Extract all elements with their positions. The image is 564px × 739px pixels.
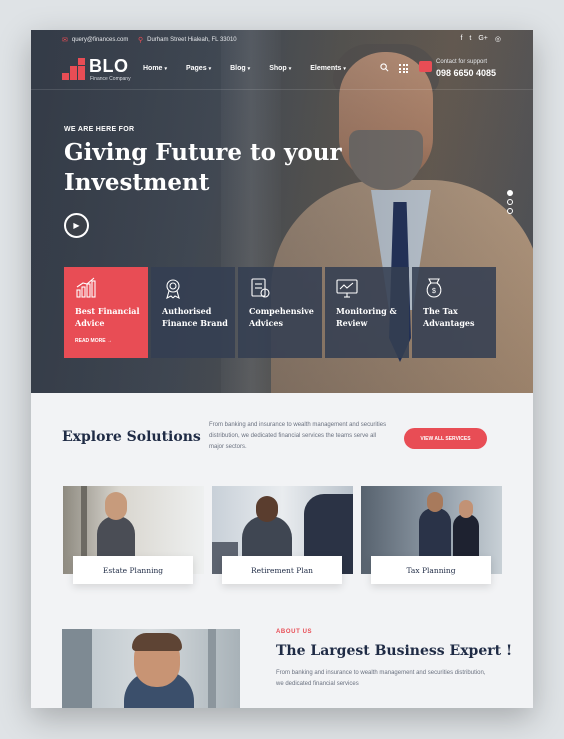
slider-dot-2[interactable] bbox=[507, 199, 513, 205]
solution-tile-tax[interactable]: Tax Planning bbox=[361, 486, 502, 591]
monitor-chart-icon bbox=[336, 277, 358, 299]
chevron-down-icon: ▾ bbox=[343, 66, 346, 72]
svg-text:$: $ bbox=[432, 288, 436, 295]
facebook-icon[interactable]: f bbox=[460, 35, 462, 43]
support-phone: 098 6650 4085 bbox=[436, 68, 497, 78]
chat-bubble-icon bbox=[419, 61, 432, 72]
mail-icon: ✉ bbox=[62, 37, 68, 44]
nav-item-label: Elements bbox=[310, 65, 342, 72]
about-title: The Largest Business Expert ! bbox=[276, 643, 513, 659]
service-card-tax-advantages[interactable]: $ The Tax Advantages bbox=[412, 267, 496, 358]
brand-tagline: Finance Company bbox=[90, 76, 131, 82]
service-card-title: The Tax Advantages bbox=[423, 306, 475, 328]
service-cards: Best Financial Advice READ MORE → Author… bbox=[64, 267, 496, 358]
solution-tiles: Estate Planning Retirement Plan Tax Plan… bbox=[63, 486, 502, 591]
grid-menu-icon[interactable] bbox=[399, 64, 408, 73]
nav-item-elements[interactable]: Elements ▾ bbox=[310, 65, 346, 72]
instagram-icon[interactable]: ◎ bbox=[495, 35, 501, 43]
solutions-title: Explore Solutions bbox=[62, 429, 201, 445]
chevron-down-icon: ▾ bbox=[288, 66, 292, 72]
service-card-advices[interactable]: Compehensive Advices bbox=[238, 267, 322, 358]
nav-item-label: Pages bbox=[185, 65, 207, 72]
twitter-icon[interactable]: t bbox=[469, 35, 471, 43]
service-card-monitoring[interactable]: Monitoring & Review bbox=[325, 267, 409, 358]
brand-name: BLO bbox=[89, 56, 129, 76]
chevron-down-icon: ▾ bbox=[247, 66, 251, 72]
slider-dot-3[interactable] bbox=[507, 208, 513, 214]
about-description: From banking and insurance to wealth man… bbox=[276, 670, 486, 687]
location-pin-icon: ⚲ bbox=[138, 37, 144, 44]
solutions-description: From banking and insurance to wealth man… bbox=[209, 422, 387, 450]
nav-menu: Home ▾ Pages ▾ Blog ▾ Shop ▾ Elements ▾ bbox=[143, 65, 346, 72]
chevron-down-icon: ▾ bbox=[208, 66, 212, 72]
hero-headline: Giving Future to your Investment bbox=[64, 139, 342, 196]
logo-mark-icon bbox=[62, 58, 86, 80]
topbar-email-text: query@finances.com bbox=[71, 37, 129, 43]
support-label: Contact for support bbox=[436, 59, 488, 65]
document-icon bbox=[249, 277, 271, 299]
social-links: f t G+ ◎ bbox=[460, 35, 501, 43]
hero-eyebrow: WE ARE HERE FOR bbox=[64, 126, 135, 133]
top-bar: ✉ query@finances.com ⚲ Durham Street Hia… bbox=[31, 30, 533, 50]
topbar-email[interactable]: ✉ query@finances.com bbox=[62, 36, 128, 44]
service-card-title: Best Financial Advice bbox=[75, 306, 140, 328]
search-icon[interactable] bbox=[380, 63, 389, 74]
service-card-finance-brand[interactable]: Authorised Finance Brand bbox=[151, 267, 235, 358]
read-more-link[interactable]: READ MORE → bbox=[75, 338, 112, 344]
support-contact[interactable]: Contact for support 098 6650 4085 bbox=[419, 58, 509, 84]
service-card-title: Compehensive Advices bbox=[249, 306, 314, 328]
nav-actions bbox=[380, 63, 408, 74]
nav-item-blog[interactable]: Blog ▾ bbox=[230, 65, 250, 72]
solutions-section: Explore Solutions From banking and insur… bbox=[31, 393, 533, 708]
topbar-address-text: Durham Street Hialeah, FL 33010 bbox=[147, 37, 237, 43]
main-navbar: BLO Finance Company Home ▾ Pages ▾ Blog ▾ S… bbox=[31, 50, 533, 90]
nav-item-label: Shop bbox=[269, 65, 287, 72]
hero-section: ✉ query@finances.com ⚲ Durham Street Hia… bbox=[31, 30, 533, 393]
service-card-financial-advice[interactable]: Best Financial Advice READ MORE → bbox=[64, 267, 148, 358]
money-bag-icon: $ bbox=[423, 277, 445, 299]
view-all-services-button[interactable]: VIEW ALL SERVICES bbox=[404, 428, 487, 449]
website-page: ✉ query@finances.com ⚲ Durham Street Hia… bbox=[31, 30, 533, 708]
nav-item-pages[interactable]: Pages ▾ bbox=[186, 65, 211, 72]
nav-item-shop[interactable]: Shop ▾ bbox=[269, 65, 291, 72]
nav-item-label: Home bbox=[143, 65, 163, 72]
about-eyebrow: ABOUT US bbox=[276, 629, 313, 635]
topbar-address: ⚲ Durham Street Hialeah, FL 33010 bbox=[138, 36, 237, 44]
solution-tile-estate[interactable]: Estate Planning bbox=[63, 486, 204, 591]
award-badge-icon bbox=[162, 277, 184, 300]
tile-label: Retirement Plan bbox=[222, 556, 342, 584]
tile-label: Tax Planning bbox=[371, 556, 491, 584]
bar-chart-icon bbox=[75, 277, 97, 299]
play-icon: ▶ bbox=[73, 221, 80, 230]
nav-item-home[interactable]: Home ▾ bbox=[143, 65, 167, 72]
brand-logo[interactable]: BLO Finance Company bbox=[62, 56, 142, 84]
chevron-down-icon: ▾ bbox=[164, 66, 167, 72]
service-card-title: Authorised Finance Brand bbox=[162, 306, 228, 328]
play-video-button[interactable]: ▶ bbox=[64, 213, 89, 238]
service-card-title: Monitoring & Review bbox=[336, 306, 397, 328]
slider-dots bbox=[507, 190, 513, 214]
google-plus-icon[interactable]: G+ bbox=[478, 35, 488, 43]
nav-item-label: Blog bbox=[230, 65, 246, 72]
slider-dot-1[interactable] bbox=[507, 190, 513, 196]
tile-label: Estate Planning bbox=[73, 556, 193, 584]
about-image bbox=[62, 629, 240, 708]
solution-tile-retirement[interactable]: Retirement Plan bbox=[212, 486, 353, 591]
